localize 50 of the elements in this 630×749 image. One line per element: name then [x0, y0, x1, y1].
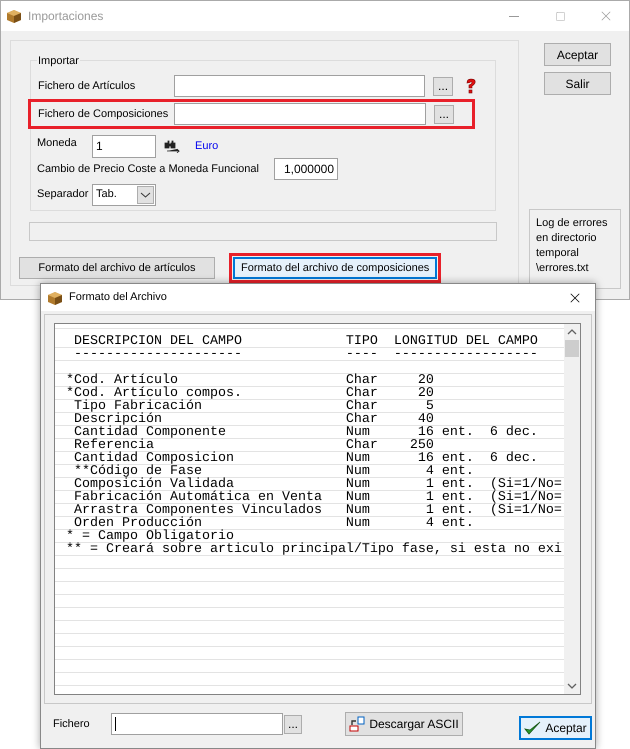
box-icon [47, 290, 63, 306]
dialog-button[interactable]: Aceptar [544, 43, 611, 66]
scrollbar[interactable] [564, 324, 580, 694]
field-label: Fichero de Artículos [38, 78, 136, 94]
dialog-button[interactable]: Salir [544, 72, 611, 95]
browse-button[interactable]: ... [434, 104, 454, 124]
memo-line: ** = Creará sobre articulo principal/Tipo fase, si esta no exi [65, 543, 562, 556]
scroll-thumb[interactable] [565, 340, 579, 357]
group-title: Importar [37, 53, 80, 70]
memo-line: Orden Producción Num 4 ent. [72, 517, 474, 530]
field-label: Cambio de Precio Coste a Moneda Funcional [37, 162, 260, 177]
field-label: Fichero [53, 716, 91, 732]
separator-dropdown[interactable]: Tab. [92, 184, 156, 206]
memo-line: DESCRIPCION DEL CAMPO TIPO LONGITUD DEL CAMPO [72, 335, 538, 348]
check-icon [524, 720, 542, 736]
memo-line: Tipo Fabricación Char 5 [72, 400, 434, 413]
box-icon [6, 8, 22, 24]
field-label: Moneda [37, 136, 78, 151]
browse-button[interactable]: ... [433, 76, 454, 96]
file-field[interactable] [174, 75, 426, 97]
file-field[interactable] [174, 103, 426, 125]
memo-line: Descripción Char 40 [72, 413, 434, 426]
memo-line: Composición Validada Num 1 ent. (Si=1/No= [72, 478, 562, 491]
format-button[interactable]: Formato del archivo de artículos [19, 257, 215, 279]
file-field[interactable] [111, 713, 283, 735]
memo-line: **Código de Fase Num 4 ent. [72, 465, 474, 478]
maximize-icon [554, 10, 566, 22]
memo-line: Arrastra Componentes Vinculados Num 1 ent. (Si=1/No= [72, 504, 562, 517]
log-note: Log de errores en directorio temporal \errores.txt [536, 216, 609, 276]
accept-button[interactable]: Aceptar [519, 716, 592, 740]
memo-line: Referencia Char 250 [72, 439, 434, 452]
exchange-rate-field[interactable]: 1,000000 [274, 158, 338, 180]
document-transfer-icon [349, 716, 366, 732]
window-title: Formato del Archivo [69, 290, 167, 306]
memo-line: Cantidad Componente Num 16 ent. 6 dec. [72, 426, 538, 439]
download-button[interactable]: Descargar ASCII [345, 712, 463, 736]
memo-line: Fabricación Automática en Venta Num 1 ent. (Si=1/No= [72, 491, 562, 504]
memo-line: *Cod. Artículo Char 20 [65, 374, 434, 387]
browse-button[interactable]: ... [284, 714, 302, 734]
currency-name: Euro [195, 138, 218, 154]
window-title: Importaciones [28, 8, 104, 25]
field-label: Separador [37, 187, 90, 202]
memo-line: Cantidad Composicion Num 16 ent. 6 dec. [72, 452, 538, 465]
field-label: Fichero de Composiciones [38, 106, 170, 122]
binoculars-icon[interactable] [164, 139, 181, 153]
currency-field[interactable]: 1 [92, 134, 156, 158]
memo-line: --------------------- ---- ------------------ [72, 348, 538, 361]
format-button[interactable]: Formato del archivo de composiciones [233, 257, 438, 279]
memo-line: *Cod. Artículo compos. Char 20 [65, 387, 434, 400]
memo-line: * = Campo Obligatorio [65, 530, 234, 543]
